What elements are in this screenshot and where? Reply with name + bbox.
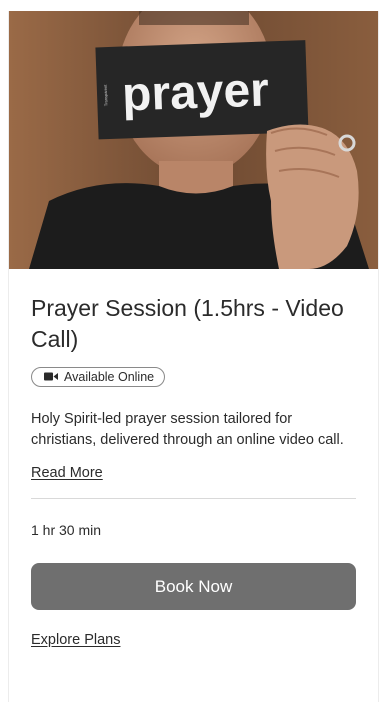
badge-label: Available Online bbox=[64, 370, 155, 384]
divider bbox=[31, 498, 356, 499]
service-description: Holy Spirit-led prayer session tailored … bbox=[31, 411, 344, 448]
prayer-card: prayer Transparent bbox=[95, 40, 309, 140]
hero-image: prayer Transparent bbox=[9, 11, 378, 269]
card-side-text: Transparent bbox=[103, 84, 109, 106]
card-content: Prayer Session (1.5hrs - Video Call) Ava… bbox=[9, 293, 378, 649]
availability-badge: Available Online bbox=[31, 367, 166, 387]
explore-plans-link[interactable]: Explore Plans bbox=[31, 632, 120, 648]
hand bbox=[266, 124, 359, 269]
read-more-link[interactable]: Read More bbox=[31, 465, 103, 481]
service-card: prayer Transparent Prayer Session (1.5hr… bbox=[8, 11, 379, 702]
hero-illustration: prayer Transparent bbox=[9, 11, 378, 269]
card-text: prayer bbox=[121, 63, 270, 121]
service-duration: 1 hr 30 min bbox=[31, 522, 102, 538]
book-now-button[interactable]: Book Now bbox=[31, 563, 356, 610]
service-title: Prayer Session (1.5hrs - Video Call) bbox=[31, 295, 344, 352]
video-camera-icon bbox=[44, 370, 58, 384]
